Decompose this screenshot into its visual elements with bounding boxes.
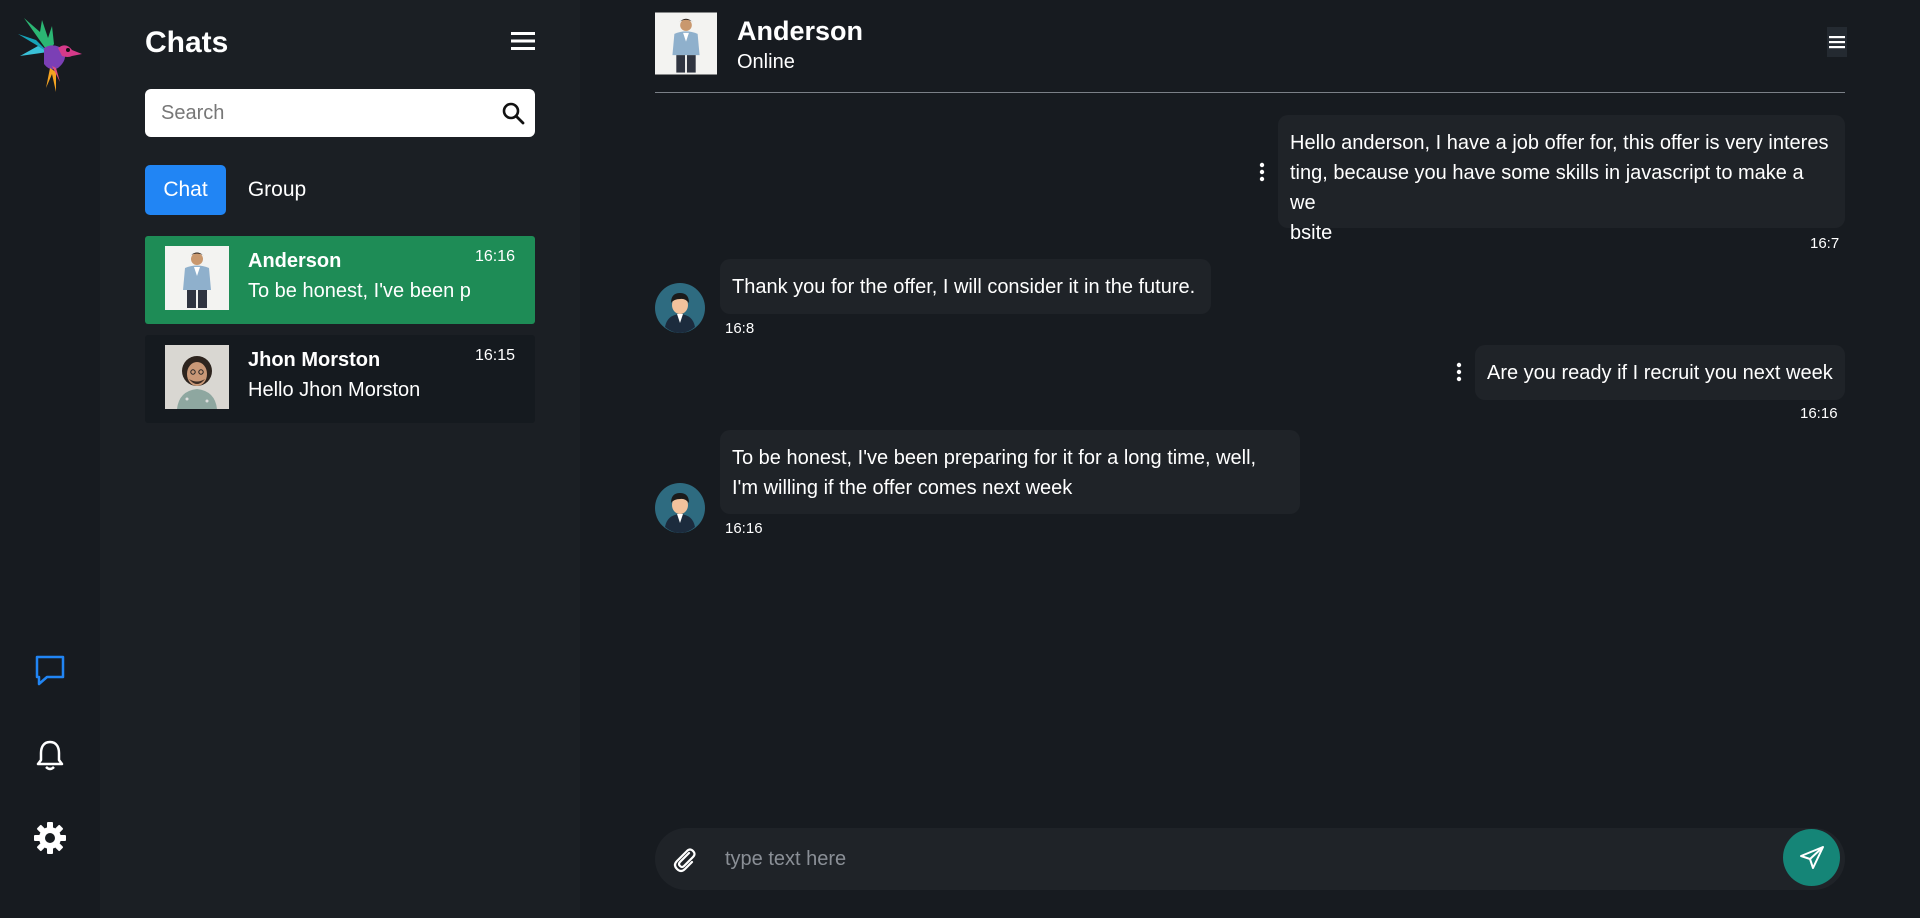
chat-preview: To be honest, I've been p (248, 280, 471, 302)
message-bubble-outgoing: Hello anderson, I have a job offer for, … (1278, 115, 1845, 244)
conversation-menu-button[interactable] (1827, 27, 1847, 57)
rail-settings-button[interactable] (30, 818, 70, 858)
chat-icon (35, 655, 65, 686)
message-bubble-incoming: Thank you for the offer, I will consider… (720, 259, 1211, 314)
message-time: 16:16 (1800, 405, 1838, 422)
message-time: 16:16 (725, 520, 763, 537)
chat-name: Anderson (248, 250, 342, 272)
chat-list-item-anderson[interactable]: Anderson To be honest, I've been p 16:16 (145, 236, 535, 324)
contact-status: Online (737, 51, 795, 73)
message-text: Are you ready if I recruit you next week (1487, 362, 1833, 384)
message-options-icon[interactable] (1451, 360, 1467, 384)
message-text: To be honest, I've been preparing for it… (732, 447, 1257, 469)
search-input[interactable] (145, 89, 485, 137)
chat-time: 16:15 (474, 347, 515, 364)
message-options-icon[interactable] (1254, 160, 1270, 184)
chat-time: 16:16 (474, 248, 515, 265)
nav-rail (0, 0, 100, 918)
sidebar-menu-button[interactable] (510, 28, 536, 54)
contact-avatar (655, 12, 717, 75)
header-divider (655, 92, 1845, 93)
sidebar-title: Chats (145, 26, 229, 59)
hamburger-icon (1829, 36, 1845, 49)
send-icon (1799, 845, 1824, 869)
chat-name: Jhon Morston (248, 349, 381, 371)
rail-chat-button[interactable] (30, 650, 70, 690)
chat-list-item-jhon-morston[interactable]: Jhon Morston Hello Jhon Morston 16:15 (145, 335, 535, 423)
chat-app: Chats Chat Group Anderson (0, 0, 1920, 918)
rail-notifications-button[interactable] (30, 735, 70, 775)
search-icon[interactable] (501, 101, 525, 125)
hummingbird-logo-icon (14, 12, 84, 98)
message-text: bsite (1290, 222, 1333, 244)
search-box (145, 89, 535, 137)
message-bubble-outgoing: Are you ready if I recruit you next week (1475, 345, 1845, 400)
paperclip-icon[interactable] (669, 844, 699, 874)
avatar (165, 345, 229, 409)
send-button[interactable] (1783, 829, 1840, 886)
avatar (165, 246, 229, 310)
message-text: I'm willing if the offer comes next week (732, 477, 1073, 499)
tab-group[interactable]: Group (236, 165, 318, 215)
message-composer (655, 828, 1845, 890)
bell-icon (36, 740, 64, 771)
gear-icon (34, 822, 66, 854)
message-text: Thank you for the offer, I will consider… (732, 276, 1196, 298)
avatar (655, 283, 705, 333)
contact-name: Anderson (737, 16, 864, 46)
message-text: ting, because you have some skills in ja… (1290, 162, 1804, 214)
hamburger-icon (511, 32, 535, 50)
message-text: Hello anderson, I have a job offer for, … (1290, 132, 1829, 154)
message-time: 16:7 (1810, 235, 1840, 252)
message-time: 16:8 (725, 320, 755, 337)
message-bubble-incoming: To be honest, I've been preparing for it… (720, 430, 1300, 514)
chat-preview: Hello Jhon Morston (248, 379, 421, 401)
chats-sidebar: Chats Chat Group Anderson (100, 0, 580, 918)
avatar (655, 483, 705, 533)
message-input[interactable] (725, 838, 1745, 880)
tab-chat[interactable]: Chat (145, 165, 226, 215)
conversation-panel: Anderson Online Hello anderson, I have a… (580, 0, 1920, 918)
